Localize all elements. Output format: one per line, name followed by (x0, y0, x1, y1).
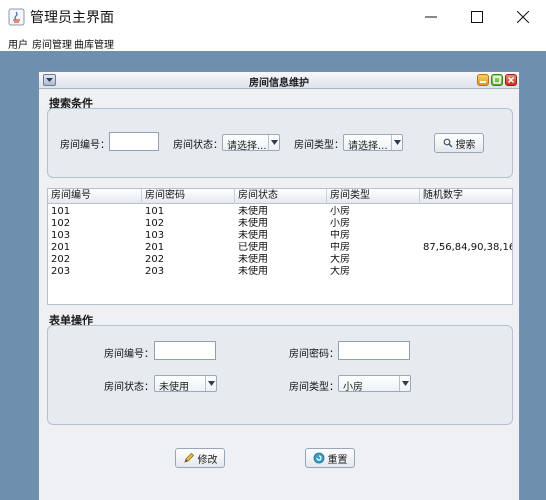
table-cell (420, 230, 512, 242)
table-cell: 未使用 (238, 254, 268, 265)
search-type-select[interactable]: 请选择... (343, 134, 403, 152)
table-cell (420, 206, 512, 218)
search-room-no-label: 房间编号： (60, 140, 110, 151)
search-button-label: 搜索 (455, 139, 476, 151)
chevron-down-icon (268, 135, 279, 150)
table-cell: 203 (51, 266, 71, 277)
search-type-value: 请选择... (348, 141, 388, 152)
table-row[interactable]: 201 201 已使用 中房 87,56,84,90,38,16,8... (48, 242, 512, 254)
frame-title: 房间信息维护 (249, 78, 309, 89)
minimize-icon (425, 16, 437, 18)
frame-close-button[interactable] (505, 74, 517, 86)
frame-titlebar: 房间信息维护 (39, 72, 519, 89)
table-cell: 已使用 (238, 242, 268, 253)
close-button[interactable] (500, 0, 546, 34)
form-status-value: 未使用 (159, 382, 189, 393)
menu-users[interactable]: 用户 (8, 36, 28, 51)
table-cell: 102 (51, 218, 71, 229)
table-cell: 未使用 (238, 206, 268, 217)
table-cell: 202 (51, 254, 71, 265)
column-header[interactable]: 房间类型 (327, 189, 420, 204)
form-password-label: 房间密码： (289, 349, 339, 360)
table-header: 房间编号 房间密码 房间状态 房间类型 随机数字 (48, 189, 512, 204)
reset-icon (313, 452, 324, 464)
table-cell: 201 (145, 242, 165, 253)
table-row[interactable]: 203 203 未使用 大房 (48, 266, 512, 278)
form-room-no-label: 房间编号： (104, 349, 154, 360)
minimize-button[interactable] (408, 0, 454, 34)
table-cell: 87,56,84,90,38,16,8... (423, 242, 512, 253)
frame-maximize-button[interactable] (491, 74, 503, 86)
menu-room-management[interactable]: 房间管理 (32, 36, 72, 51)
form-password-input[interactable] (338, 341, 410, 360)
close-icon (517, 11, 529, 23)
column-header[interactable]: 房间密码 (142, 189, 235, 204)
form-type-label: 房间类型： (289, 382, 339, 393)
table-cell: 大房 (330, 254, 350, 265)
modify-button[interactable]: 修改 (175, 448, 225, 468)
reset-button[interactable]: 重置 (305, 448, 355, 468)
table-cell: 103 (51, 230, 71, 241)
table-cell: 小房 (330, 206, 350, 217)
search-group: 房间编号： 房间状态： 请选择... 房间类型： 请选择... 搜索 (47, 108, 513, 178)
table-cell: 大房 (330, 266, 350, 277)
chevron-down-icon (205, 376, 216, 391)
table-row[interactable]: 202 202 未使用 大房 (48, 254, 512, 266)
modify-button-label: 修改 (197, 454, 218, 466)
pencil-icon (183, 452, 194, 463)
search-room-no-input[interactable] (109, 132, 159, 151)
java-app-icon (8, 8, 25, 26)
table-cell: 未使用 (238, 230, 268, 241)
column-header[interactable]: 房间编号 (48, 189, 142, 204)
room-info-frame: 房间信息维护 搜索条件 房间编号： 房间状态： 请选择... 房间类型： 请选择… (38, 71, 520, 500)
column-header[interactable]: 房间状态 (235, 189, 327, 204)
search-status-value: 请选择... (227, 141, 267, 152)
column-header[interactable]: 随机数字 (420, 189, 512, 204)
window-titlebar: 管理员主界面 (0, 0, 546, 34)
table-cell (420, 218, 512, 230)
window-title: 管理员主界面 (30, 10, 114, 26)
table-cell: 202 (145, 254, 165, 265)
form-group: 房间编号： 房间密码： 房间状态： 未使用 房间类型： 小房 (47, 325, 513, 425)
table-cell: 101 (145, 206, 165, 217)
table-cell: 102 (145, 218, 165, 229)
maximize-icon (471, 11, 483, 23)
chevron-down-icon (399, 376, 410, 391)
table-cell: 201 (51, 242, 71, 253)
table-cell: 中房 (330, 242, 350, 253)
form-room-no-input[interactable] (154, 341, 216, 360)
form-status-select[interactable]: 未使用 (154, 375, 217, 393)
maximize-icon (493, 76, 501, 84)
menu-song-library[interactable]: 曲库管理 (74, 36, 114, 51)
table-cell: 101 (51, 206, 71, 217)
table-row[interactable]: 102 102 未使用 小房 (48, 218, 512, 230)
table-cell: 未使用 (238, 266, 268, 277)
table-cell: 小房 (330, 218, 350, 229)
search-button[interactable]: 搜索 (434, 133, 484, 153)
search-icon (443, 138, 452, 148)
search-status-label: 房间状态： (173, 140, 223, 151)
table-row[interactable]: 103 103 未使用 中房 (48, 230, 512, 242)
table-cell (420, 254, 512, 266)
chevron-down-icon (391, 135, 402, 150)
close-icon (507, 76, 515, 84)
table-cell: 未使用 (238, 218, 268, 229)
room-table[interactable]: 房间编号 房间密码 房间状态 房间类型 随机数字 101 101 未使用 小房 … (47, 188, 513, 305)
minimize-icon (480, 81, 486, 83)
search-status-select[interactable]: 请选择... (222, 134, 280, 152)
reset-button-label: 重置 (327, 454, 348, 466)
menu-bar: 用户 房间管理 曲库管理 (0, 34, 546, 51)
frame-minimize-button[interactable] (477, 74, 489, 86)
search-type-label: 房间类型： (294, 140, 344, 151)
table-row[interactable]: 101 101 未使用 小房 (48, 206, 512, 218)
maximize-button[interactable] (454, 0, 500, 34)
form-status-label: 房间状态： (104, 382, 154, 393)
table-cell (420, 266, 512, 278)
table-cell: 中房 (330, 230, 350, 241)
table-cell: 103 (145, 230, 165, 241)
form-type-select[interactable]: 小房 (338, 375, 411, 393)
table-cell: 203 (145, 266, 165, 277)
form-type-value: 小房 (343, 382, 363, 393)
